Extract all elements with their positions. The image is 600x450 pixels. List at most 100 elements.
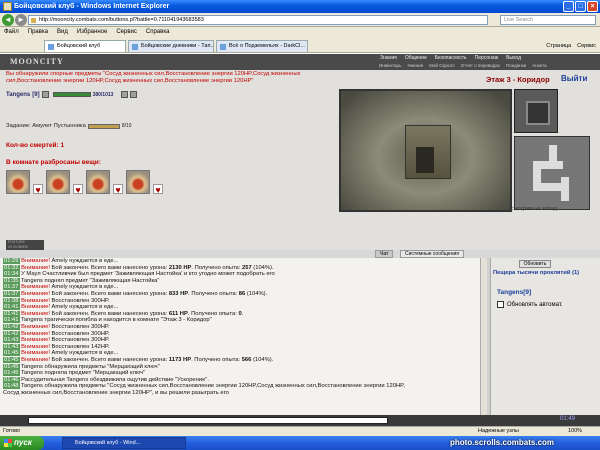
menu-help[interactable]: Справка — [146, 27, 170, 38]
chat-line: 01:42 Внимание! Восстановлен 300HP. — [3, 330, 110, 337]
info-icon[interactable] — [41, 91, 49, 98]
minimize-button[interactable]: _ — [563, 1, 574, 12]
chat-input[interactable] — [28, 417, 388, 424]
potion-item[interactable] — [46, 170, 70, 194]
ie-window: Бойцовский клуб - Windows Internet Explo… — [0, 0, 600, 450]
location-title: Пещера тысячи проклятий (1) — [493, 270, 580, 276]
menu-scroll[interactable]: Мой Скролл — [426, 62, 457, 69]
tab-chat[interactable]: Чат — [375, 250, 394, 258]
menu-battles[interactable]: Поединки — [503, 62, 529, 69]
exit-link[interactable]: Выйти — [561, 74, 587, 83]
chat-line: 01:45 Tangens подняла предмет "Мерцающий… — [3, 370, 146, 377]
clan-icon — [121, 91, 129, 98]
search-input[interactable]: Live Search — [500, 15, 596, 25]
quest-progress: 8/10 — [121, 123, 132, 129]
chat-scrollbar[interactable] — [480, 258, 487, 415]
menu-security[interactable]: Безопасность — [431, 55, 471, 62]
shield-icon — [130, 91, 138, 98]
room-items: ♥ ♥ ♥ ♥ — [6, 170, 163, 195]
auto-refresh-label: Обновлять автомат. — [507, 301, 563, 308]
hp-bar — [52, 92, 91, 97]
zone-text: Надежные узлы — [478, 428, 519, 434]
quest-info: Задание: Амулет Пустынника 8/10 — [6, 123, 132, 129]
address-bar: ◄ ► http://mooncity.combats.com/buttons.… — [0, 13, 600, 27]
tools-menu[interactable]: Сервис — [577, 41, 596, 51]
chat-input-bar: 01:49 — [0, 415, 600, 426]
tab-system[interactable]: Системные сообщения — [400, 250, 464, 258]
game-logo: MOONCITY — [10, 57, 64, 66]
heart-icon[interactable]: ♥ — [33, 184, 43, 195]
player-name[interactable]: Tangens — [6, 92, 30, 98]
chat-line: 01:46 Рассудительная Tangens обездвижила… — [3, 376, 209, 383]
menu-social[interactable]: Общение — [401, 55, 431, 62]
menu-view[interactable]: Вид — [57, 27, 68, 38]
status-text: Готово — [3, 428, 20, 434]
potion-item[interactable] — [86, 170, 110, 194]
menu-tools[interactable]: Сервис — [116, 27, 137, 38]
menu-logout[interactable]: Выход — [502, 55, 525, 62]
chat-line: 01:34 У Маул Счастливчик был предмет 'За… — [3, 271, 275, 278]
chat-tabs: Чат Системные сообщения — [0, 250, 600, 258]
potion-item[interactable] — [6, 170, 30, 194]
watermark: photo.scrolls.combats.com — [450, 438, 555, 447]
page-menu[interactable]: Страница — [546, 41, 571, 51]
chat-line: 01:45 Внимание! Amely нуждается в еде... — [3, 350, 119, 357]
zoom-level[interactable]: 100% — [568, 427, 582, 436]
heart-icon[interactable]: ♥ — [113, 184, 123, 195]
taskbar-ie[interactable]: Бойцовский клуб - Wind... — [62, 437, 186, 449]
back-button[interactable]: ◄ — [2, 14, 14, 26]
death-count: Кол-во смертей: 1 — [6, 142, 65, 149]
sidebar-player[interactable]: Tangens[9] — [497, 289, 531, 296]
heart-icon[interactable]: ♥ — [73, 184, 83, 195]
start-button[interactable]: пуск — [0, 436, 44, 450]
maximize-button[interactable]: □ — [575, 1, 586, 12]
menu-transfers[interactable]: Отчет о переводах — [458, 62, 503, 69]
chat-line: 01:43 Внимание! Восстановлен 142HP. — [3, 343, 110, 350]
menu-character[interactable]: Персонаж — [471, 55, 502, 62]
auto-refresh-checkbox[interactable] — [497, 301, 504, 308]
heart-icon[interactable]: ♥ — [153, 184, 163, 195]
url-field[interactable]: http://mooncity.combats.com/buttons.pl?b… — [28, 15, 488, 25]
window-title: Бойцовский клуб - Windows Internet Explo… — [14, 3, 170, 10]
quest-progress-bar — [87, 123, 120, 129]
chat-line: 01:41 Внимание! Amely нуждается в еде... — [3, 304, 119, 311]
chat-line: 01:37 Внимание! Amely нуждается в еде... — [3, 284, 119, 291]
menu-knowledge[interactable]: Знания — [376, 55, 401, 62]
taskbar: пуск Бойцовский клуб - Wind... photo.scr… — [0, 436, 600, 450]
chat-line: 01:35 Tangens поднял предмет "Заживляюща… — [3, 277, 160, 284]
status-bar: Готово Надежные узлы 100% — [0, 426, 600, 436]
menu-skills[interactable]: Умения — [404, 62, 426, 69]
menu-profile[interactable]: Анкета — [529, 62, 549, 69]
forward-button[interactable]: ► — [15, 14, 27, 26]
look-direction: смотрим на запад — [511, 206, 557, 212]
close-button[interactable]: × — [587, 1, 598, 12]
tab-dungeons[interactable]: Всё о Подземельях - DarkCl... — [216, 40, 308, 52]
chat-line: 01:45 Внимание! Бой закончен. Всего вами… — [3, 356, 274, 363]
menu-favorites[interactable]: Избранное — [77, 27, 107, 38]
tab-combats[interactable]: Бойцовский клуб — [44, 40, 126, 52]
chat-line: 01:41 Tangens трагически погибла и наход… — [3, 317, 212, 324]
minimap — [514, 136, 590, 210]
tab-strip: Бойцовский клуб Бойцовские дневники - Та… — [0, 38, 600, 53]
menu-inventory[interactable]: Инвентарь — [376, 62, 404, 69]
tab-diaries[interactable]: Бойцовские дневники - Тап... — [128, 40, 214, 52]
ie-icon — [3, 2, 12, 11]
chat-line: 01:48 Tangens обнаружила предметы "Сосуд… — [3, 383, 405, 390]
navigation-arrows[interactable] — [514, 89, 558, 133]
menu-edit[interactable]: Правка — [28, 27, 48, 38]
auto-refresh[interactable]: Обновлять автомат. — [497, 301, 563, 308]
chat-line: 01:41 Внимание! Бой закончен. Всего вами… — [3, 310, 244, 317]
player-info: Tangens [9] 380/1013 — [6, 91, 138, 98]
refresh-button[interactable]: Обновить — [519, 260, 551, 268]
items-title: В комнате разбросаны вещи: — [6, 159, 101, 166]
menu-bar: Файл Правка Вид Избранное Сервис Справка — [0, 27, 600, 38]
chat-line: 01:29 Внимание! Amely нуждается в еде... — [3, 258, 119, 264]
location-sidebar: Обновить Пещера тысячи проклятий (1) Tan… — [490, 258, 600, 421]
chat-line: 01:42 Внимание! Восстановлен 300HP. — [3, 323, 110, 330]
chat-line: 01:43 Внимание! Восстановлен 300HP. — [3, 337, 110, 344]
menu-file[interactable]: Файл — [4, 27, 19, 38]
page-content: MOONCITY Знания Общение Безопасность Пер… — [0, 54, 600, 426]
player-hp: 380/1013 — [92, 91, 114, 98]
potion-item[interactable] — [126, 170, 150, 194]
chat-log: 01:29 Внимание! Amely нуждается в еде...… — [0, 258, 487, 421]
